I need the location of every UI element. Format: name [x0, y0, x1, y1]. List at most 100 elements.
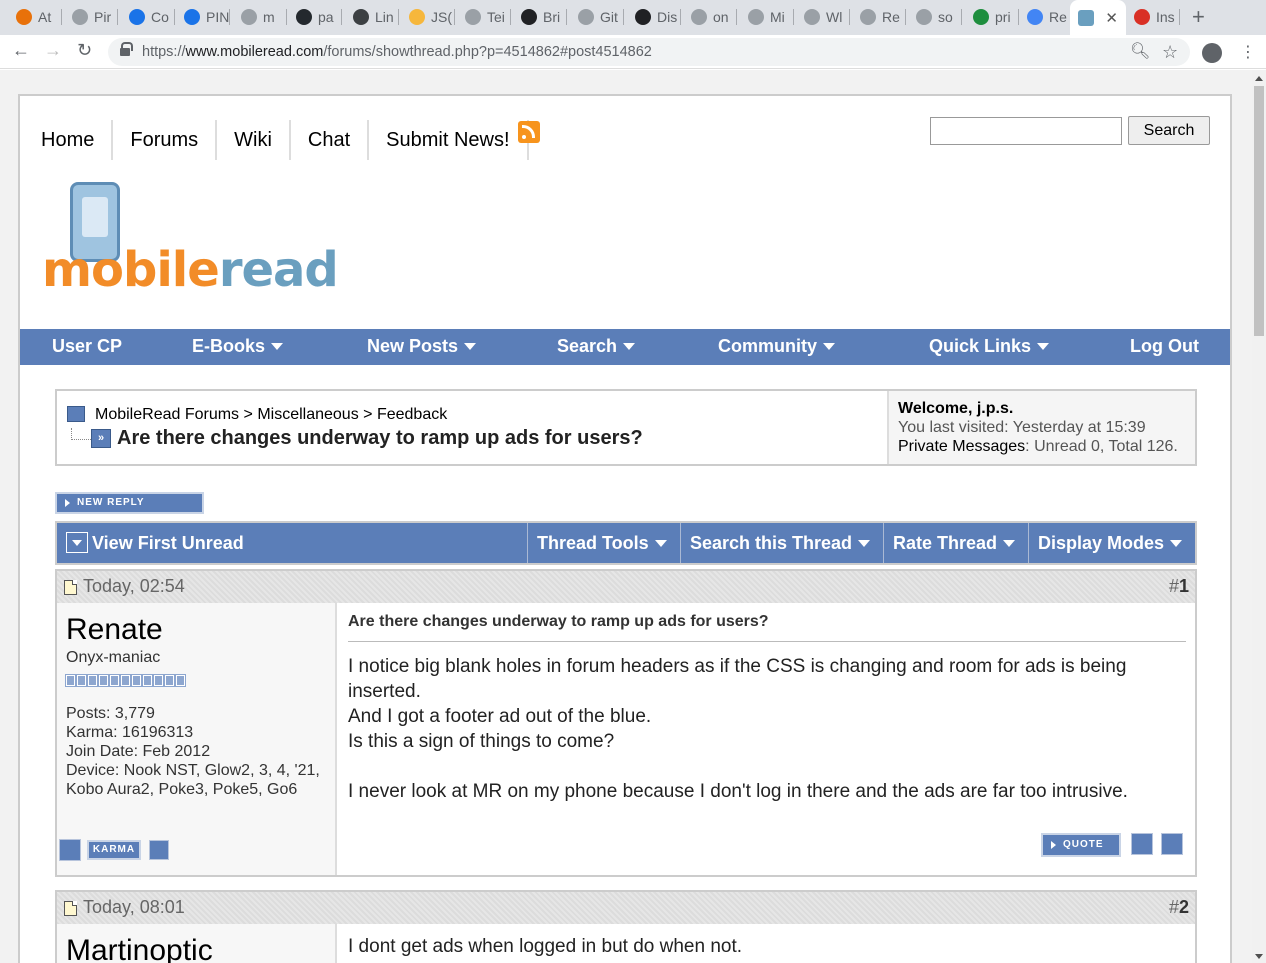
reply-arrow-icon[interactable]: [1161, 833, 1183, 855]
close-tab-icon[interactable]: ✕: [1105, 9, 1118, 27]
post-header: Today, 02:54 #1: [57, 571, 1195, 603]
nav-submit-news[interactable]: Submit News!: [369, 120, 529, 160]
view-first-unread[interactable]: View First Unread: [57, 523, 527, 563]
tab-9[interactable]: Bri: [513, 5, 567, 29]
search-thread-menu[interactable]: Search this Thread: [680, 523, 883, 563]
report-icon[interactable]: [59, 839, 81, 861]
reload-icon[interactable]: ↻: [77, 40, 92, 61]
alert-icon[interactable]: [149, 840, 169, 860]
nav-chat[interactable]: Chat: [291, 120, 370, 160]
page-viewport: Home Forums Wiki Chat Submit News! Searc…: [0, 70, 1252, 963]
username[interactable]: Martinoptic: [66, 934, 326, 963]
user-title: Onyx-maniac: [66, 649, 161, 666]
mainnav-quicklinks-label: Quick Links: [929, 336, 1032, 356]
crumb-forum[interactable]: Feedback: [377, 406, 447, 423]
crumb-category[interactable]: Miscellaneous: [257, 406, 358, 423]
mainnav-newposts-label: New Posts: [367, 336, 459, 356]
address-bar[interactable]: https://www.mobileread.com/forums/showth…: [108, 38, 1190, 66]
chevron-down-icon: [1003, 540, 1016, 547]
post-number-value: 1: [1178, 576, 1189, 596]
tab-17[interactable]: pri: [965, 5, 1019, 29]
page-scrollbar[interactable]: [1252, 70, 1266, 963]
tab-label: Co: [151, 9, 169, 25]
scroll-thumb[interactable]: [1254, 86, 1264, 336]
mainnav-ebooks[interactable]: E-Books: [192, 329, 284, 365]
user-stats: Posts: 3,779 Karma: 16196313 Join Date: …: [66, 704, 326, 799]
tab-18[interactable]: Re: [1019, 5, 1073, 29]
mobileread-logo[interactable]: mobileread: [42, 182, 339, 298]
site-search-input[interactable]: [930, 117, 1122, 145]
tab-15[interactable]: Re: [852, 5, 906, 29]
tab-14[interactable]: Wl: [796, 5, 850, 29]
bookmark-star-icon[interactable]: ☆: [1162, 38, 1178, 66]
tab-8[interactable]: Tei: [457, 5, 511, 29]
site-search-button[interactable]: Search: [1128, 116, 1210, 145]
tab-favicon-icon: [129, 9, 145, 25]
new-tab-button[interactable]: +: [1192, 4, 1205, 30]
welcome-panel: Welcome, j.p.s. You last visited: Yester…: [887, 391, 1195, 464]
rate-thread-menu[interactable]: Rate Thread: [883, 523, 1028, 563]
back-icon[interactable]: ←: [12, 40, 30, 61]
scroll-up-icon[interactable]: [1255, 76, 1263, 81]
url-path: /forums/showthread.php?p=4514862#post451…: [323, 44, 652, 60]
tab-4[interactable]: m: [233, 5, 287, 29]
tab-16[interactable]: so: [908, 5, 962, 29]
new-reply-button[interactable]: NEW REPLY: [55, 492, 204, 514]
zoom-icon[interactable]: 🔍︎: [1130, 38, 1150, 66]
tab-7[interactable]: JS(: [401, 5, 455, 29]
profile-avatar-icon[interactable]: [1202, 43, 1222, 63]
mainnav-quicklinks[interactable]: Quick Links: [929, 329, 1050, 365]
mainnav-newposts[interactable]: New Posts: [367, 329, 477, 365]
display-modes-menu[interactable]: Display Modes: [1028, 523, 1195, 563]
rep-pip: [153, 674, 164, 687]
scroll-down-icon[interactable]: [1255, 954, 1263, 959]
crumb-root[interactable]: MobileRead Forums: [95, 406, 239, 423]
tab-3[interactable]: PIN: [176, 5, 230, 29]
menu-kebab-icon[interactable]: ⋮: [1240, 42, 1256, 62]
collapse-icon[interactable]: [66, 532, 88, 553]
mainnav-search[interactable]: Search: [557, 329, 636, 365]
tab-13[interactable]: Mi: [740, 5, 794, 29]
karma-button[interactable]: KARMA: [87, 840, 141, 860]
nav-home[interactable]: Home: [20, 120, 114, 160]
mainnav-usercp[interactable]: User CP: [52, 329, 122, 365]
welcome-user[interactable]: j.p.s.: [977, 400, 1013, 417]
chevron-down-icon: [1037, 343, 1050, 350]
tab-favicon-icon: [465, 9, 481, 25]
tab-last[interactable]: Ins: [1126, 5, 1180, 29]
tab-12[interactable]: on: [683, 5, 737, 29]
quote-button[interactable]: QUOTE: [1041, 833, 1121, 857]
post-new-icon: [64, 580, 77, 595]
tab-2[interactable]: Co: [121, 5, 175, 29]
pm-link[interactable]: Private Messages: [898, 438, 1025, 455]
post-body: I dont get ads when logged in but do whe…: [339, 924, 1195, 963]
tab-1[interactable]: Pir: [64, 5, 118, 29]
mainnav-logout[interactable]: Log Out: [1130, 329, 1199, 365]
page-title: Are there changes underway to ramp up ad…: [117, 427, 643, 449]
thread-tools-menu[interactable]: Thread Tools: [527, 523, 680, 563]
tab-11[interactable]: Dis: [627, 5, 681, 29]
tab-label: Pir: [94, 9, 112, 25]
post-number[interactable]: #1: [1169, 576, 1189, 597]
nav-wiki[interactable]: Wiki: [217, 120, 291, 160]
tab-0[interactable]: At: [8, 5, 62, 29]
forum-home-icon[interactable]: [67, 406, 85, 422]
tab-favicon-icon: [973, 9, 989, 25]
username[interactable]: Renate: [66, 613, 326, 647]
tab-10[interactable]: Git: [570, 5, 624, 29]
tab-6[interactable]: Lin: [345, 5, 399, 29]
rss-icon[interactable]: [518, 121, 540, 143]
nav-forums[interactable]: Forums: [113, 120, 218, 160]
forward-icon[interactable]: →: [44, 40, 62, 61]
tab-favicon-icon: [1134, 9, 1150, 25]
tab-label: pa: [318, 9, 334, 25]
mainnav-community[interactable]: Community: [718, 329, 835, 365]
tab-5[interactable]: pa: [288, 5, 342, 29]
multi-quote-icon[interactable]: [1131, 833, 1153, 855]
chevron-down-icon: [464, 343, 477, 350]
tab-active[interactable]: ✕: [1070, 0, 1126, 35]
breadcrumb-links: MobileRead Forums > Miscellaneous > Feed…: [95, 406, 447, 424]
user-karma: Karma: 16196313: [66, 724, 194, 741]
post-number[interactable]: #2: [1169, 897, 1189, 918]
thread-reload-icon[interactable]: »: [91, 429, 111, 448]
